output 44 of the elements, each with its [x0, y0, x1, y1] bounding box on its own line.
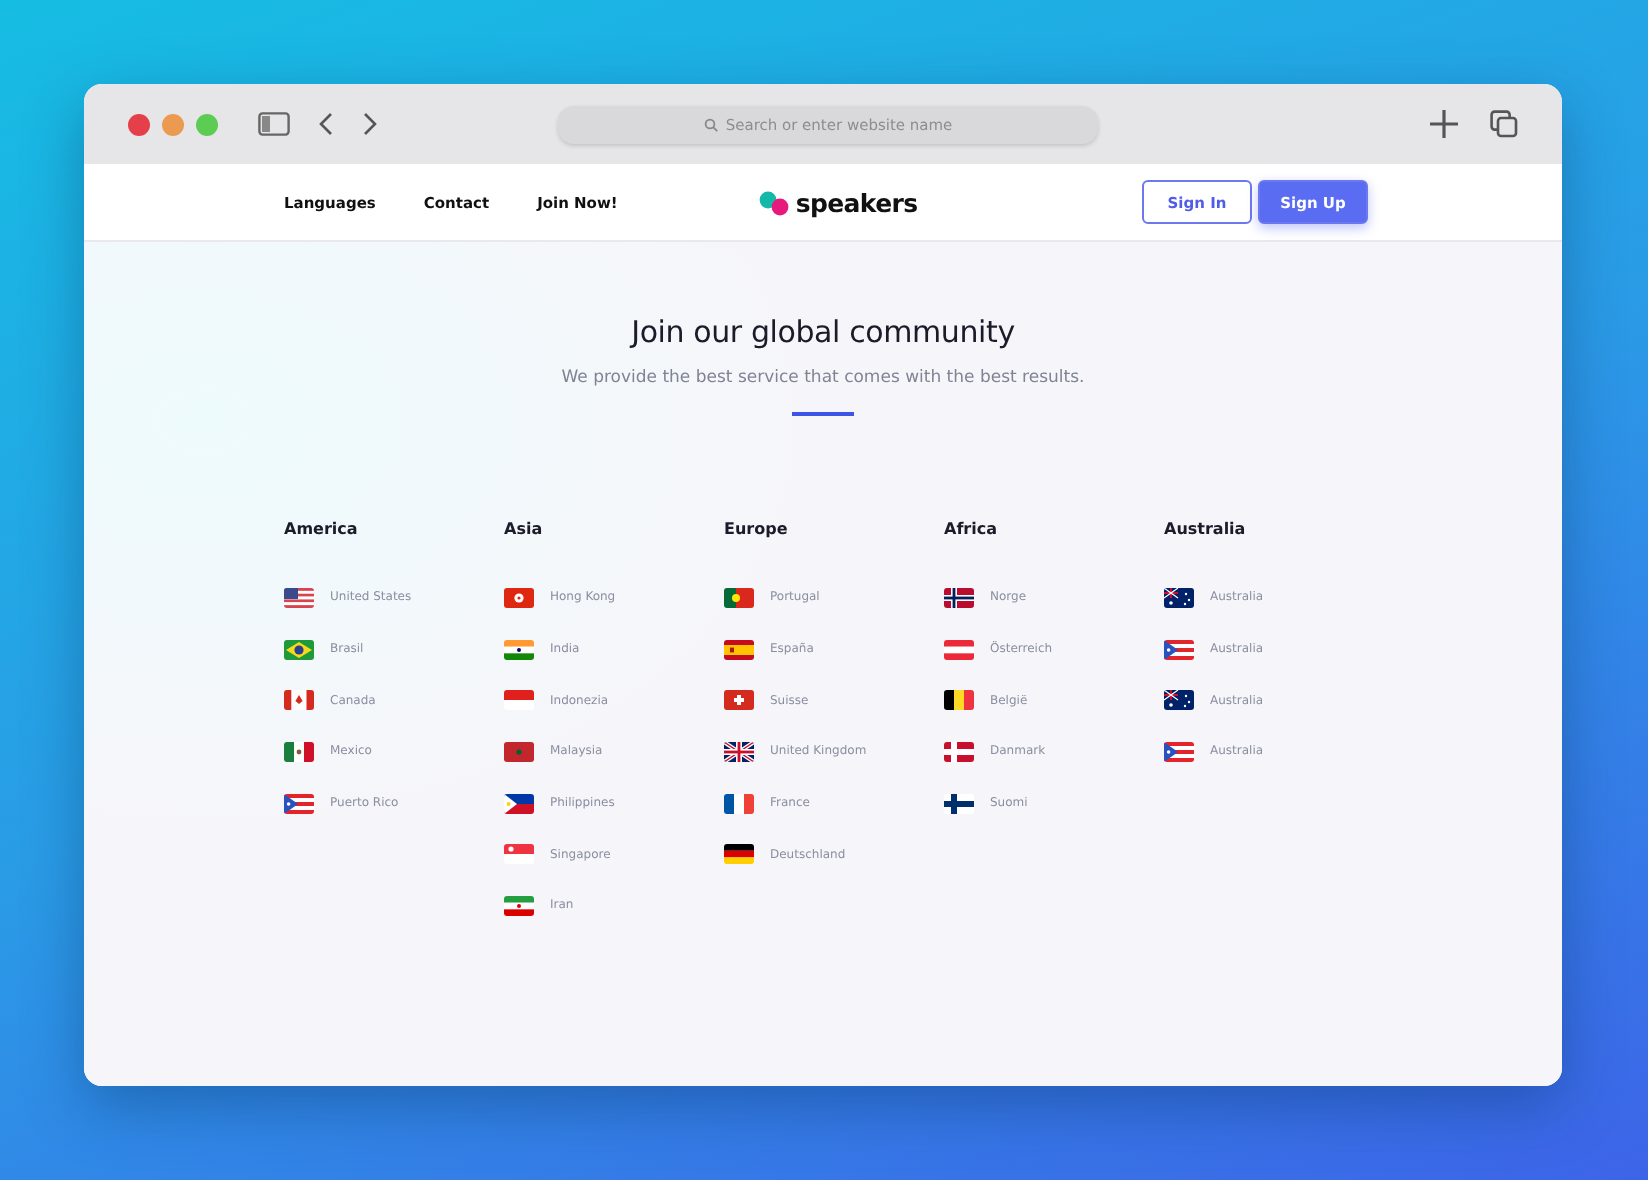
flag-icon — [724, 690, 754, 711]
flag-icon — [504, 639, 534, 660]
flag-icon — [504, 895, 534, 916]
tabs-icon[interactable] — [1490, 110, 1518, 138]
flag-icon — [724, 587, 754, 608]
flag-icon — [284, 690, 314, 711]
section-subtitle: We provide the best service that comes with the best results. — [561, 368, 1085, 388]
region-heading: Africa — [944, 520, 999, 538]
flag-icon — [504, 587, 534, 608]
search-icon — [703, 117, 718, 131]
logo-icon — [757, 189, 792, 215]
flag-icon — [1164, 690, 1194, 711]
flag-icon — [944, 690, 974, 711]
flag-icon — [1164, 587, 1194, 608]
flag-icon — [504, 741, 534, 762]
flag-icon — [504, 844, 534, 865]
flag-icon — [284, 741, 314, 762]
logo-text: speakers — [795, 187, 918, 217]
section-title: Join our global community — [631, 314, 1015, 350]
flag-icon — [284, 793, 314, 814]
plus-icon[interactable] — [1430, 110, 1458, 138]
flag-icon — [724, 844, 754, 865]
flag-icon — [944, 793, 974, 814]
flag-icon — [1164, 741, 1194, 762]
region-heading: America — [284, 520, 360, 538]
title-underline — [792, 412, 854, 416]
region-heading: Asia — [504, 520, 545, 538]
sidebar-icon[interactable] — [258, 112, 290, 136]
flag-icon — [724, 639, 754, 660]
flag-icon — [504, 793, 534, 814]
region-heading: Europe — [724, 520, 790, 538]
flag-icon — [504, 690, 534, 711]
back-icon[interactable] — [318, 112, 334, 136]
flag-icon — [944, 639, 974, 660]
flag-icon — [944, 741, 974, 762]
flag-icon — [724, 793, 754, 814]
flag-icon — [724, 741, 754, 762]
forward-icon[interactable] — [362, 112, 378, 136]
flag-icon — [284, 639, 314, 660]
flag-icon — [284, 587, 314, 608]
flag-icon — [1164, 639, 1194, 660]
region-heading: Australia — [1164, 520, 1248, 538]
close-button[interactable] — [128, 113, 150, 135]
flag-icon — [944, 587, 974, 608]
